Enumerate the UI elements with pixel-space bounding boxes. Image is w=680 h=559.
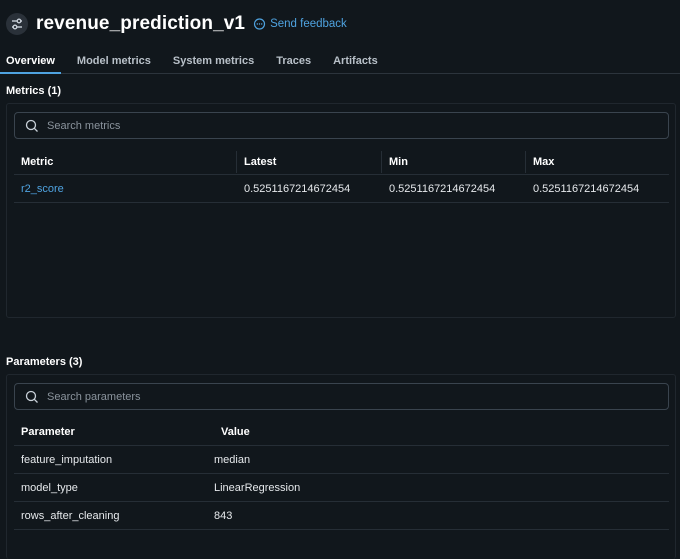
page-header: revenue_prediction_v1 Send feedback [6, 10, 347, 38]
search-icon [25, 119, 38, 132]
parameter-name: rows_after_cleaning [21, 510, 120, 522]
parameter-name: model_type [21, 482, 78, 494]
parameters-table-header: Parameter Value [14, 419, 669, 446]
metric-latest-value: 0.5251167214672454 [244, 183, 351, 195]
page-title: revenue_prediction_v1 [36, 13, 246, 34]
table-row: r2_score 0.5251167214672454 0.5251167214… [14, 176, 669, 203]
metric-min-value: 0.5251167214672454 [389, 183, 496, 195]
tab-model-metrics[interactable]: Model metrics [71, 52, 157, 74]
table-row: rows_after_cleaning 843 [14, 503, 669, 530]
send-feedback-link[interactable]: Send feedback [253, 17, 347, 31]
parameter-name: feature_imputation [21, 454, 113, 466]
parameters-panel: Parameter Value feature_imputation media… [6, 374, 676, 559]
parameter-value: LinearRegression [214, 482, 301, 494]
parameters-section-title: Parameters (3) [6, 356, 83, 368]
metrics-search-input[interactable] [47, 119, 627, 132]
metrics-panel: Metric Latest Min Max r2_score 0.5251167… [6, 103, 676, 318]
tab-traces[interactable]: Traces [270, 52, 317, 74]
parameters-search-input[interactable] [47, 390, 627, 403]
metrics-table-header: Metric Latest Min Max [14, 149, 669, 175]
column-header-min[interactable]: Min [382, 156, 525, 168]
metrics-search-field[interactable] [14, 112, 669, 139]
tab-overview[interactable]: Overview [0, 52, 61, 74]
column-header-value[interactable]: Value [214, 426, 654, 438]
parameters-search-field[interactable] [14, 383, 669, 410]
tab-system-metrics[interactable]: System metrics [167, 52, 260, 74]
column-header-metric[interactable]: Metric [14, 156, 236, 168]
run-icon [6, 13, 28, 35]
metric-name-link[interactable]: r2_score [14, 183, 237, 195]
send-feedback-label: Send feedback [270, 18, 347, 30]
chat-bubble-icon [253, 17, 266, 30]
column-header-parameter[interactable]: Parameter [14, 426, 214, 438]
tab-bar: Overview Model metrics System metrics Tr… [0, 52, 680, 74]
column-header-max[interactable]: Max [526, 156, 666, 168]
breadcrumb [0, 0, 680, 6]
column-header-latest[interactable]: Latest [237, 156, 381, 168]
metrics-section-title: Metrics (1) [6, 85, 62, 97]
search-icon [25, 390, 38, 403]
parameter-value: median [214, 454, 251, 466]
metric-max-value: 0.5251167214672454 [533, 183, 640, 195]
tab-artifacts[interactable]: Artifacts [327, 52, 384, 74]
table-row: feature_imputation median [14, 447, 669, 474]
parameter-value: 843 [214, 510, 233, 522]
table-row: model_type LinearRegression [14, 475, 669, 502]
